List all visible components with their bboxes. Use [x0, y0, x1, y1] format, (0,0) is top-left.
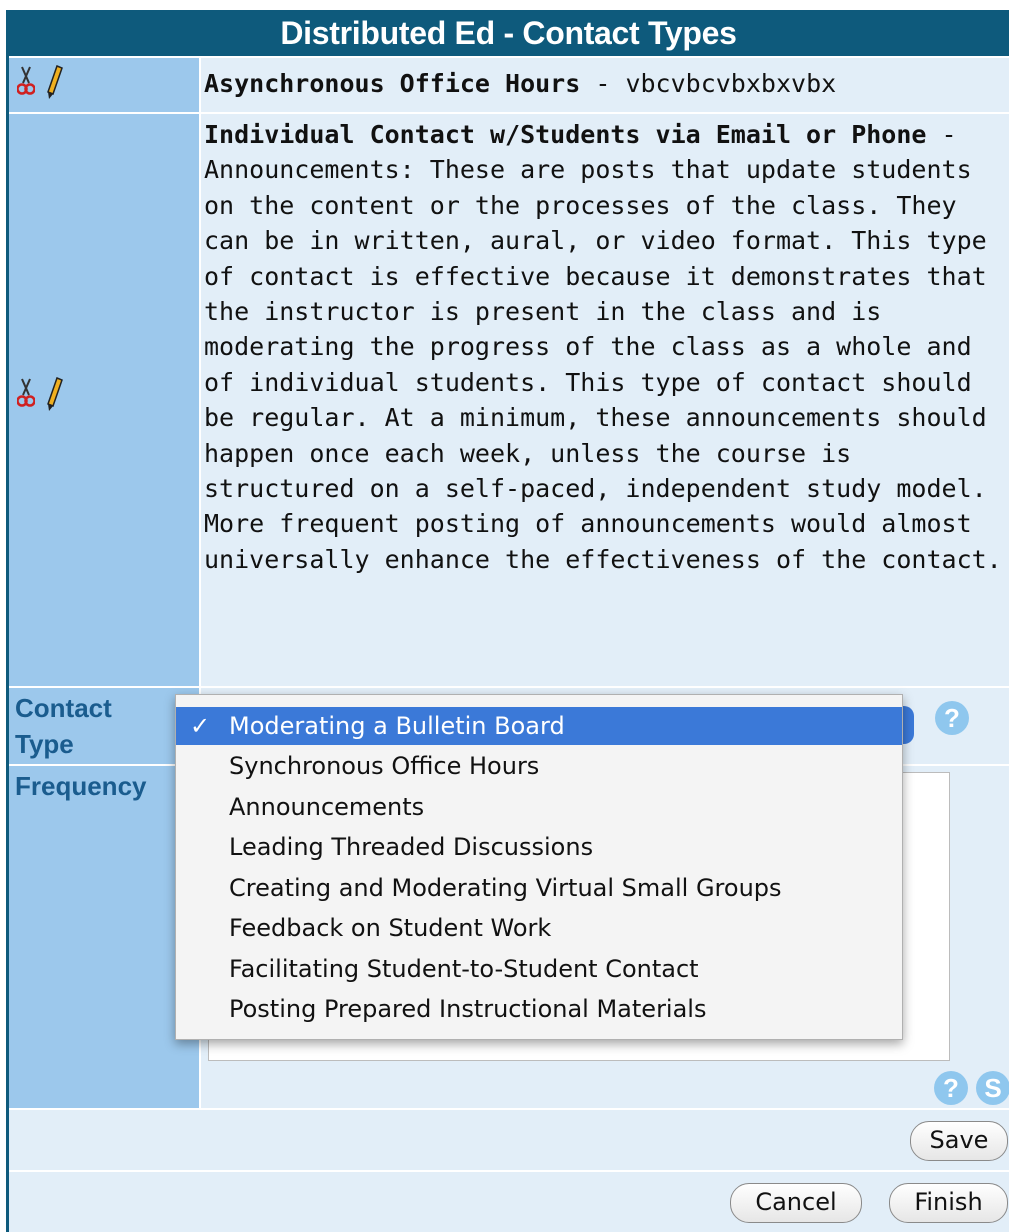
page-title: Distributed Ed - Contact Types [8, 10, 1009, 56]
dropdown-option[interactable]: Leading Threaded Discussions [176, 828, 902, 866]
contact-type-label: Contact Type [15, 693, 112, 759]
top-strip [0, 0, 1009, 10]
save-button[interactable]: Save [910, 1121, 1008, 1161]
cancel-button[interactable]: Cancel [730, 1183, 862, 1223]
save-row [9, 1110, 1009, 1170]
dropdown-option[interactable]: Facilitating Student-to-Student Contact [176, 950, 902, 988]
entry-content-cell: Asynchronous Office Hours - vbcvbcvbxbxv… [201, 58, 1009, 112]
dropdown-option[interactable]: Announcements [176, 788, 902, 826]
pencil-icon[interactable] [45, 376, 63, 416]
entry-actions-cell [9, 114, 199, 686]
dropdown-option[interactable]: Feedback on Student Work [176, 909, 902, 947]
help-icon[interactable]: ? [934, 1071, 968, 1105]
entry-description: vbcvbcvbxbxvbx [625, 69, 837, 98]
dropdown-option[interactable]: Synchronous Office Hours [176, 747, 902, 785]
entry-row: Asynchronous Office Hours - vbcvbcvbxbxv… [9, 58, 1009, 112]
entry-separator: - [926, 120, 957, 149]
contact-type-dropdown[interactable]: ✓ Moderating a Bulletin Board Synchronou… [175, 694, 903, 1040]
entry-separator: - [580, 69, 626, 98]
frequency-label: Frequency [15, 771, 147, 801]
entry-row: Individual Contact w/Students via Email … [9, 114, 1009, 686]
frequency-label-cell: Frequency [9, 766, 199, 1108]
entry-content-cell: Individual Contact w/Students via Email … [201, 114, 1009, 686]
dropdown-option[interactable]: Posting Prepared Instructional Materials [176, 990, 902, 1028]
pencil-icon[interactable] [45, 64, 63, 104]
spellcheck-icon[interactable]: S [976, 1071, 1009, 1105]
contact-types-panel: Distributed Ed - Contact Types Asynchron… [0, 0, 1009, 1232]
finish-button[interactable]: Finish [889, 1183, 1008, 1223]
dropdown-option[interactable]: Creating and Moderating Virtual Small Gr… [176, 869, 902, 907]
entry-description: Announcements: These are posts that upda… [204, 155, 1002, 574]
entry-title: Individual Contact w/Students via Email … [204, 120, 927, 149]
dropdown-option-selected[interactable]: ✓ Moderating a Bulletin Board [176, 707, 902, 745]
entry-title: Asynchronous Office Hours [204, 69, 581, 98]
entry-actions-cell [9, 58, 199, 112]
scissors-icon[interactable] [16, 377, 36, 415]
checkmark-icon: ✓ [190, 712, 211, 740]
help-icon[interactable]: ? [935, 701, 969, 735]
contact-type-label-cell: Contact Type [9, 688, 199, 764]
scissors-icon[interactable] [16, 65, 36, 103]
